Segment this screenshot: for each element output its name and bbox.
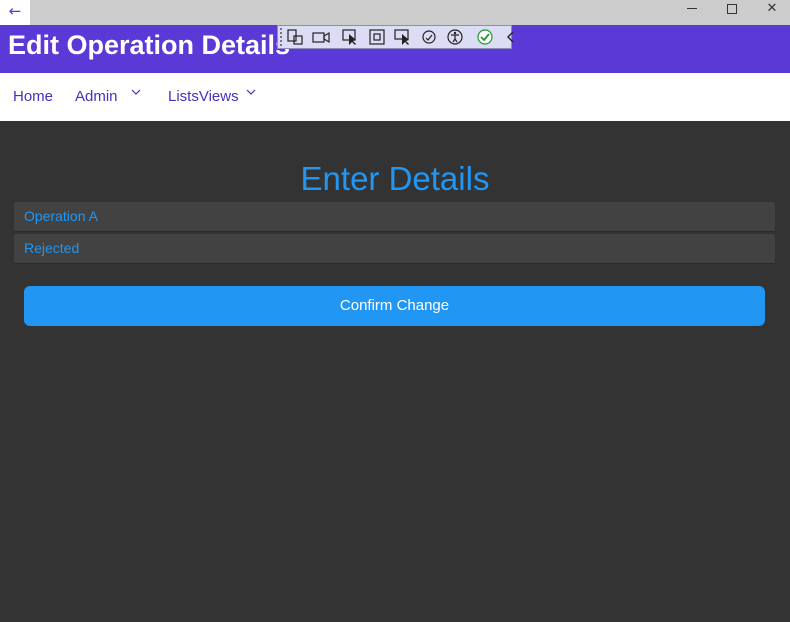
page-title: Edit Operation Details <box>8 30 291 60</box>
binding-failures-icon[interactable] <box>419 28 439 46</box>
xaml-debug-toolbar <box>277 25 514 49</box>
chevron-down-icon[interactable] <box>246 86 256 100</box>
maximize-button[interactable] <box>712 0 752 20</box>
back-button[interactable]: ← <box>0 0 30 25</box>
close-button[interactable]: ✕ <box>752 0 790 20</box>
toolbar-grip[interactable] <box>280 28 282 46</box>
nav-admin[interactable]: Admin <box>75 88 118 105</box>
select-element-icon[interactable] <box>341 28 361 46</box>
status-field[interactable]: Rejected <box>14 234 775 264</box>
nav-lists-views[interactable]: ListsViews <box>168 88 239 105</box>
accessibility-icon[interactable] <box>445 28 465 46</box>
section-title: Enter Details <box>300 160 490 197</box>
minimize-icon <box>687 8 697 9</box>
record-icon[interactable] <box>311 28 331 46</box>
collapse-chevron-icon[interactable] <box>501 28 521 46</box>
nav-home[interactable]: Home <box>13 88 53 105</box>
operation-field[interactable]: Operation A <box>14 202 775 232</box>
visual-tree-icon[interactable] <box>285 28 305 46</box>
layout-adorner-icon[interactable] <box>367 28 387 46</box>
track-focus-icon[interactable] <box>393 28 413 46</box>
back-arrow-icon: ← <box>8 2 22 20</box>
chevron-down-icon[interactable] <box>131 86 141 100</box>
minimize-button[interactable] <box>672 0 712 20</box>
main-nav: Home Admin ListsViews <box>0 73 790 121</box>
check-icon[interactable] <box>475 28 495 46</box>
maximize-icon <box>727 4 737 14</box>
close-icon: ✕ <box>766 1 778 16</box>
confirm-change-button[interactable]: Confirm Change <box>24 286 765 326</box>
window-title-bar: ← ✕ <box>0 0 790 25</box>
